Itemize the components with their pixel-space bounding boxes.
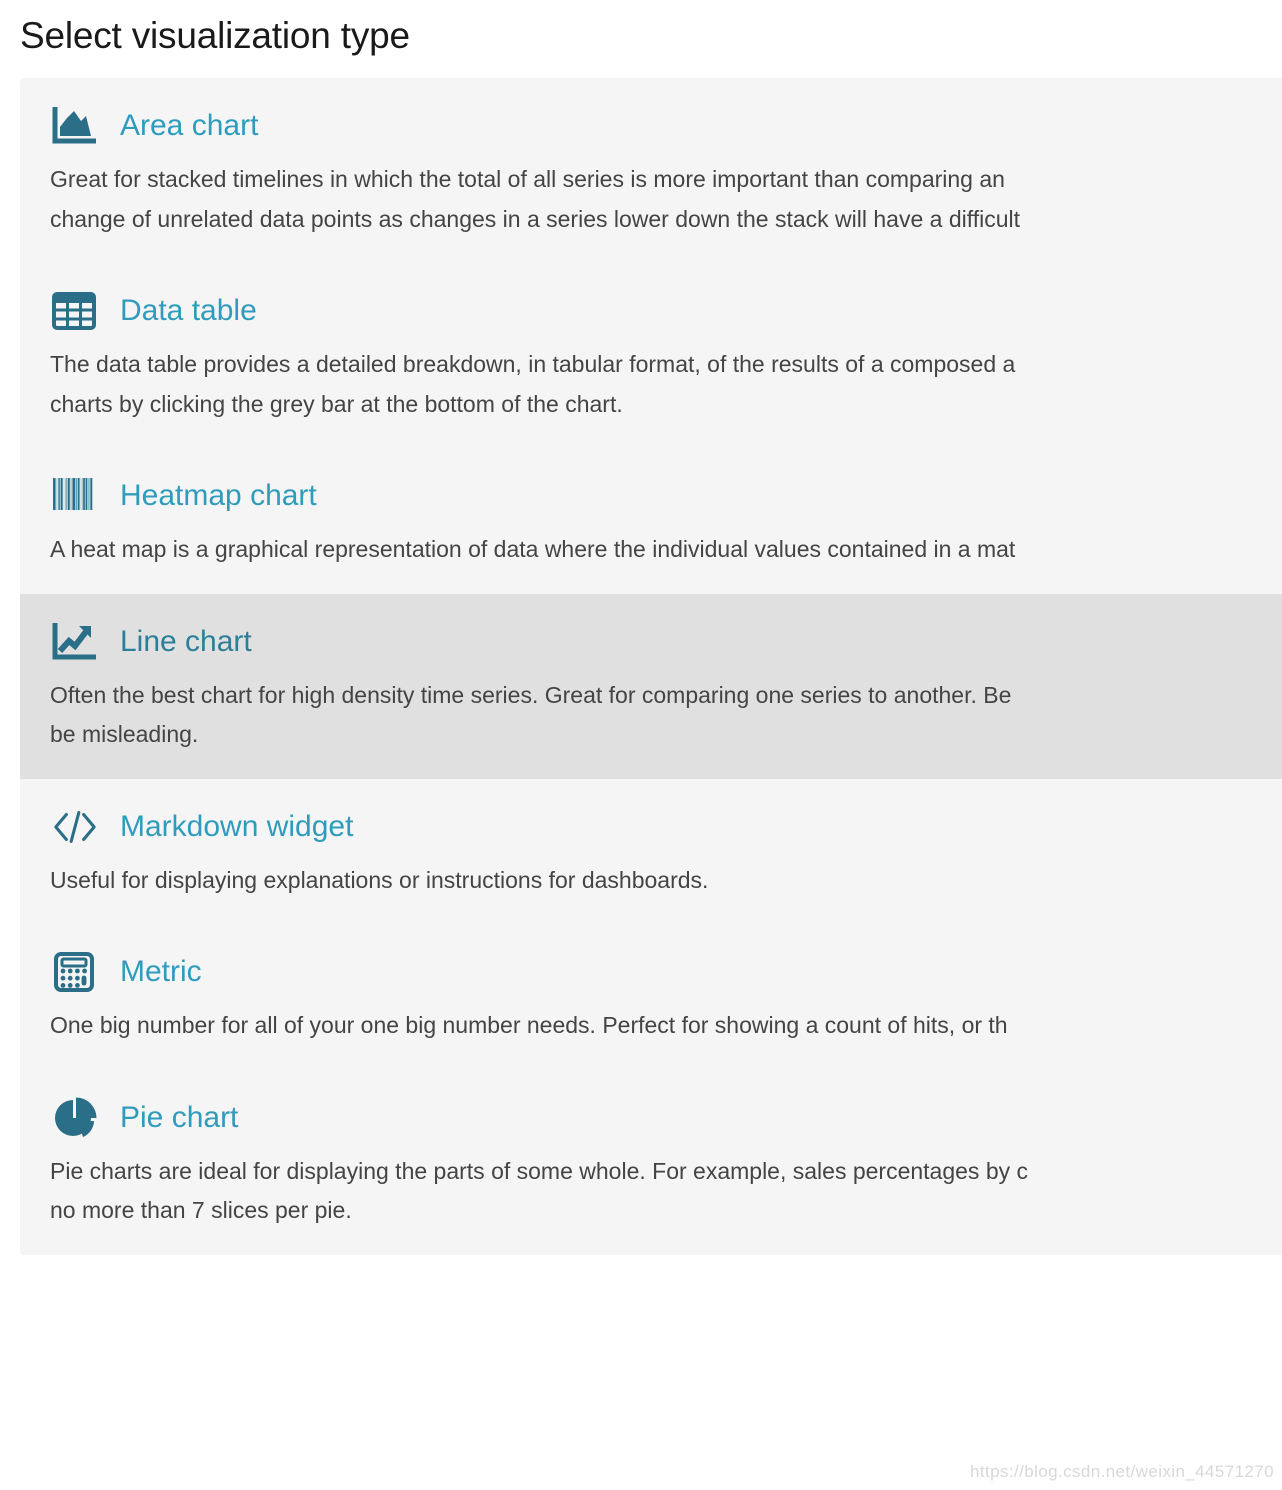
- visualization-option-title[interactable]: Heatmap chart: [120, 481, 317, 511]
- page-title: Select visualization type: [20, 15, 410, 56]
- visualization-option-pie-chart[interactable]: Pie chart Pie charts are ideal for displa…: [20, 1069, 1282, 1256]
- markdown-widget-icon: [52, 806, 98, 848]
- visualization-type-page: Select visualization type Area chart Grea…: [0, 0, 1282, 1490]
- visualization-option-heatmap-chart[interactable]: Heatmap chart A heat map is a graphical r…: [20, 448, 1282, 594]
- line-chart-icon: [52, 621, 98, 663]
- description-line: charts by clicking the grey bar at the b…: [50, 390, 623, 417]
- visualization-option-title[interactable]: Metric: [120, 957, 202, 987]
- visualization-type-list: Area chart Great for stacked timelines in…: [20, 78, 1282, 1256]
- description-line: Useful for displaying explanations or in…: [50, 866, 709, 893]
- visualization-option-header[interactable]: Line chart: [20, 620, 1282, 664]
- description-line: The data table provides a detailed break…: [50, 351, 1016, 378]
- description-line: no more than 7 slices per pie.: [50, 1197, 352, 1224]
- description-line: One big number for all of your one big n…: [50, 1012, 1008, 1039]
- visualization-option-markdown-widget[interactable]: Markdown widget Useful for displaying exp…: [20, 778, 1282, 925]
- watermark: https://blog.csdn.net/weixin_44571270: [969, 1462, 1274, 1481]
- data-table-icon: [52, 290, 98, 332]
- visualization-option-description: A heat map is a graphical representation…: [20, 518, 1282, 570]
- visualization-option-area-chart[interactable]: Area chart Great for stacked timelines in…: [20, 78, 1282, 264]
- visualization-option-title[interactable]: Area chart: [120, 111, 258, 141]
- visualization-option-description: Great for stacked timelines in which the…: [20, 148, 1282, 239]
- visualization-option-description: Useful for displaying explanations or in…: [20, 849, 1282, 901]
- visualization-option-description: One big number for all of your one big n…: [20, 994, 1282, 1046]
- pie-chart-icon: [52, 1097, 98, 1139]
- visualization-option-header[interactable]: Area chart: [20, 104, 1282, 148]
- visualization-option-data-table[interactable]: Data table The data table provides a deta…: [20, 263, 1282, 449]
- visualization-option-description: The data table provides a detailed break…: [20, 333, 1282, 424]
- visualization-option-metric[interactable]: Metric One big number for all of your one…: [20, 924, 1282, 1070]
- description-line: be misleading.: [50, 721, 199, 748]
- visualization-option-title[interactable]: Markdown widget: [120, 811, 353, 842]
- visualization-option-header[interactable]: Metric: [20, 950, 1282, 994]
- visualization-option-header[interactable]: Data table: [20, 289, 1282, 333]
- heatmap-chart-icon: [52, 475, 98, 517]
- description-line: A heat map is a graphical representation…: [50, 536, 1016, 563]
- metric-icon: [52, 951, 98, 993]
- visualization-option-description: Pie charts are ideal for displaying the …: [20, 1140, 1282, 1231]
- description-line: Great for stacked timelines in which the…: [50, 166, 1005, 192]
- visualization-option-title[interactable]: Line chart: [120, 626, 252, 657]
- visualization-option-header[interactable]: Markdown widget: [20, 805, 1282, 849]
- description-line: change of unrelated data points as chang…: [50, 205, 1020, 232]
- visualization-option-line-chart[interactable]: Line chart Often the best chart for high …: [20, 593, 1282, 779]
- area-chart-icon: [52, 105, 98, 147]
- visualization-option-title[interactable]: Pie chart: [120, 1102, 238, 1133]
- visualization-option-header[interactable]: Pie chart: [20, 1096, 1282, 1140]
- description-line: Often the best chart for high density ti…: [50, 681, 1012, 708]
- visualization-option-description: Often the best chart for high density ti…: [20, 664, 1282, 755]
- description-line: Pie charts are ideal for displaying the …: [50, 1157, 1028, 1184]
- visualization-option-header[interactable]: Heatmap chart: [20, 474, 1282, 518]
- visualization-option-title[interactable]: Data table: [120, 296, 257, 326]
